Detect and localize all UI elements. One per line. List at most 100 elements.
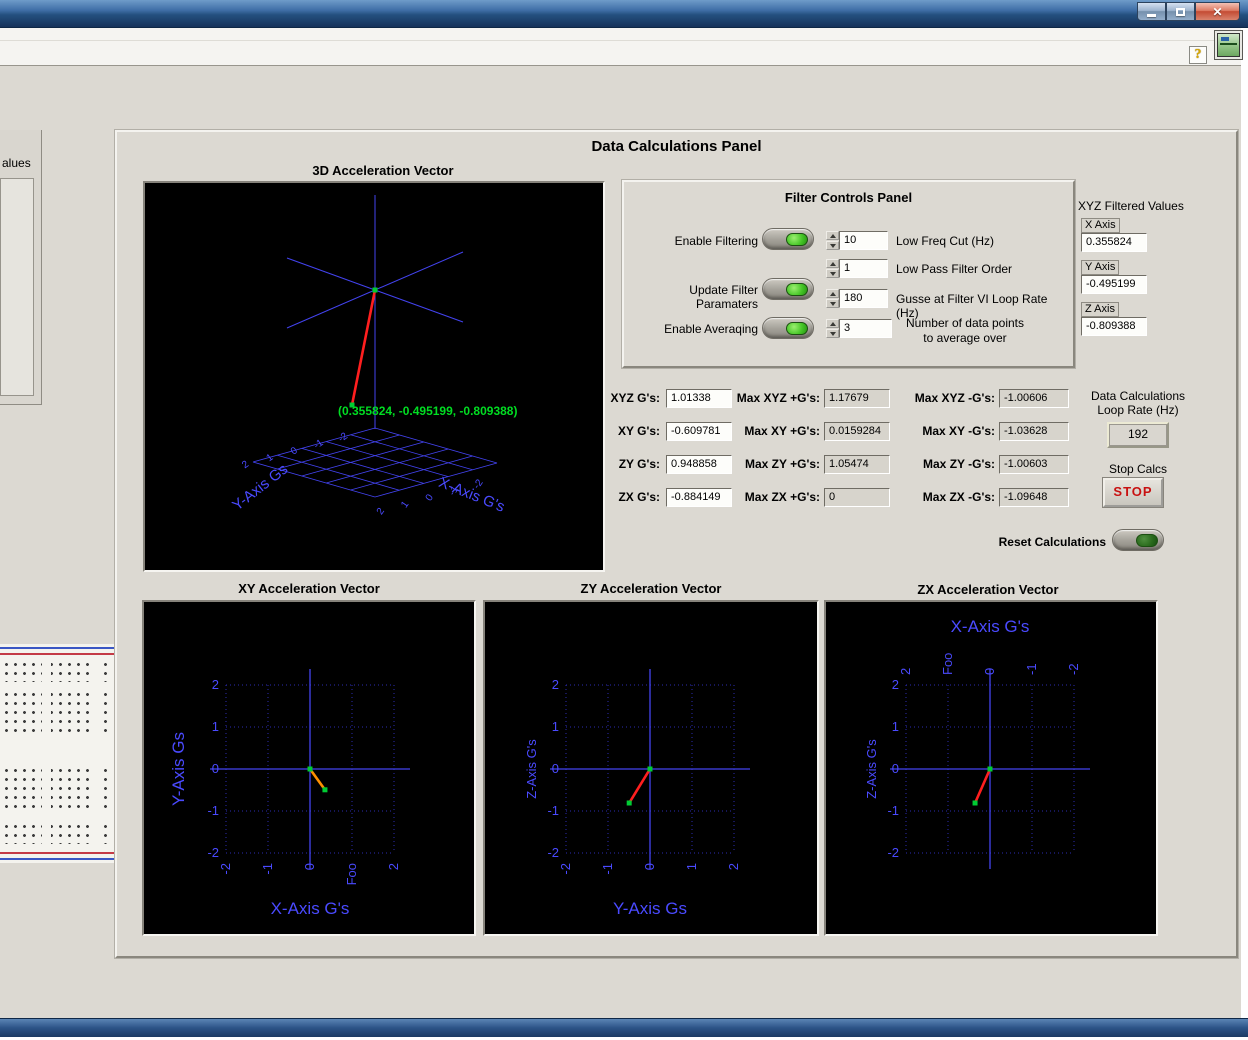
breadboard-holes-top-rail (2, 660, 112, 682)
svg-text:1: 1 (892, 719, 899, 734)
svg-text:-1: -1 (207, 803, 219, 818)
y-axis-filtered-value: -0.495199 (1081, 275, 1147, 294)
max-zy-neg-label: Max ZY -G's: (886, 457, 995, 471)
svg-text:1: 1 (552, 719, 559, 734)
svg-text:Y-Axis Gs: Y-Axis Gs (229, 461, 291, 515)
update-filter-parameters-label: Update Filter Paramaters (624, 283, 758, 311)
zy-gs-label: ZY G's: (558, 457, 660, 471)
max-xy-pos-label: Max XY +G's: (712, 424, 820, 438)
spin-down-icon[interactable] (826, 299, 839, 308)
enable-filtering-toggle[interactable] (762, 228, 814, 250)
svg-text:2: 2 (552, 677, 559, 692)
max-zy-neg-value: -1.00603 (999, 455, 1069, 474)
svg-text:X-Axis G's: X-Axis G's (951, 617, 1030, 636)
spin-up-icon[interactable] (826, 231, 839, 240)
xy-gs-label: XY G's: (558, 424, 660, 438)
svg-text:1: 1 (684, 863, 699, 870)
enable-filtering-label: Enable Filtering (638, 234, 758, 248)
breadboard-blue-rail-top (0, 647, 114, 649)
averaging-points-label-line1: Number of data points (892, 316, 1038, 330)
background-window-titlebar (0, 1018, 1248, 1037)
maximize-button[interactable] (1166, 2, 1195, 21)
svg-text:-1: -1 (312, 437, 326, 451)
averaging-points-input[interactable]: 3 (839, 319, 892, 338)
spin-up-icon[interactable] (826, 289, 839, 298)
breadboard-red-rail-top (0, 653, 114, 655)
zx-graph-title: ZX Acceleration Vector (868, 582, 1108, 597)
x-axis-filtered-value: 0.355824 (1081, 233, 1147, 252)
filter-order-label: Low Pass Filter Order (896, 262, 1012, 276)
breadboard-holes-bank2 (2, 766, 112, 814)
spin-down-icon[interactable] (826, 241, 839, 250)
svg-text:1: 1 (212, 719, 219, 734)
loop-rate-value: 192 (1107, 422, 1169, 448)
svg-text:Z-Axis G's: Z-Axis G's (864, 739, 879, 799)
svg-text:0: 0 (302, 863, 317, 870)
svg-text:-1: -1 (260, 863, 275, 875)
spin-down-icon[interactable] (826, 329, 839, 338)
svg-text:Foo: Foo (940, 653, 955, 675)
max-xy-pos-value: 0.0159284 (824, 422, 890, 441)
max-xyz-pos-label: Max XYZ +G's: (712, 391, 820, 405)
low-freq-input[interactable]: 10 (839, 231, 888, 250)
vi-icon-image (1217, 33, 1240, 57)
max-zy-pos-label: Max ZY +G's: (712, 457, 820, 471)
help-button[interactable]: ? (1189, 46, 1207, 64)
z-axis-field-label: Z Axis (1081, 302, 1119, 317)
svg-text:-2: -2 (887, 845, 899, 860)
loop-rate-label-line2: Loop Rate (Hz) (1083, 403, 1193, 417)
svg-text:-1: -1 (1024, 663, 1039, 675)
svg-text:Y-Axis Gs: Y-Axis Gs (169, 732, 188, 806)
svg-text:Y-Axis Gs: Y-Axis Gs (613, 899, 687, 918)
close-icon: ✕ (1212, 5, 1222, 19)
spin-up-icon[interactable] (826, 259, 839, 268)
update-filter-parameters-toggle[interactable] (762, 278, 814, 300)
vi-icon[interactable] (1214, 30, 1243, 60)
x-axis-field-label: X Axis (1081, 218, 1120, 233)
svg-text:(0.355824, -0.495199, -0.80938: (0.355824, -0.495199, -0.809388) (338, 404, 517, 418)
filter-loop-rate-input[interactable]: 180 (839, 289, 888, 308)
spin-down-icon[interactable] (826, 269, 839, 278)
fragment-label: alues (2, 156, 31, 170)
zx-graph-plot: 210-1-22Foo0-1-2X-Axis G'sZ-Axis G's (824, 600, 1158, 936)
minimize-button[interactable] (1137, 2, 1166, 21)
stop-button[interactable]: STOP (1103, 478, 1163, 507)
toggle-led (1136, 534, 1158, 547)
close-button[interactable]: ✕ (1195, 2, 1240, 21)
svg-text:0: 0 (642, 863, 657, 870)
svg-text:-2: -2 (218, 863, 233, 875)
svg-text:1: 1 (265, 452, 276, 464)
toolbar (0, 41, 1241, 66)
panel-title: Data Calculations Panel (115, 138, 1238, 155)
low-freq-label: Low Freq Cut (Hz) (896, 234, 994, 248)
svg-text:0: 0 (982, 668, 997, 675)
breadboard-holes-bank1 (2, 690, 112, 738)
max-zy-pos-value: 1.05474 (824, 455, 890, 474)
reset-calculations-toggle[interactable] (1112, 529, 1164, 551)
max-xyz-neg-value: -1.00606 (999, 389, 1069, 408)
svg-text:2: 2 (212, 677, 219, 692)
averaging-points-spinner[interactable] (826, 319, 839, 338)
breadboard-holes-bottom-rail (2, 822, 112, 844)
enable-averaging-label: Enable Averaqing (638, 322, 758, 336)
svg-text:-2: -2 (558, 863, 573, 875)
filter-order-spinner[interactable] (826, 259, 839, 278)
spin-up-icon[interactable] (826, 319, 839, 328)
zy-graph-title: ZY Acceleration Vector (531, 581, 771, 596)
fragment-box (0, 178, 34, 396)
graph3d-plot: 210-1-2210-1-2Y-Axis GsX-Axis G's(0.3558… (143, 181, 605, 572)
graph3d-title: 3D Acceleration Vector (243, 163, 523, 178)
enable-averaging-toggle[interactable] (762, 317, 814, 339)
svg-text:0: 0 (212, 761, 219, 776)
svg-text:X-Axis G's: X-Axis G's (271, 899, 350, 918)
max-zx-neg-value: -1.09648 (999, 488, 1069, 507)
filter-loop-rate-spinner[interactable] (826, 289, 839, 308)
window-titlebar[interactable]: ✕ (0, 0, 1248, 28)
filter-order-input[interactable]: 1 (839, 259, 888, 278)
svg-text:0: 0 (552, 761, 559, 776)
toggle-led (786, 322, 808, 335)
breadboard-blue-rail-bottom (0, 858, 114, 860)
max-xyz-pos-value: 1.17679 (824, 389, 890, 408)
window-controls: ✕ (1137, 2, 1240, 21)
low-freq-spinner[interactable] (826, 231, 839, 250)
